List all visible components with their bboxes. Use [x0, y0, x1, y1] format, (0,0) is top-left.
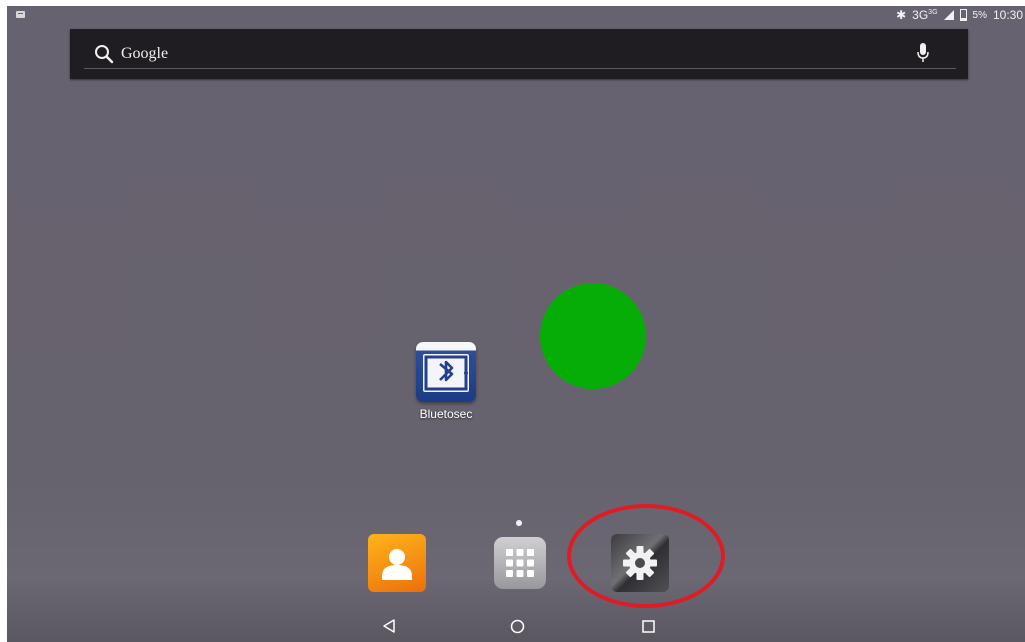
green-circle: [540, 283, 646, 389]
app-bluetosec[interactable]: Bluetosec: [411, 342, 481, 421]
notification-icon: [16, 11, 25, 18]
status-bar: ✱ 3G3G 5% 10:30: [7, 6, 1025, 26]
clock: 10:30: [992, 8, 1023, 22]
app-drawer-icon[interactable]: [494, 537, 546, 589]
search-underline: [84, 68, 956, 69]
bluetooth-icon: ✱: [896, 8, 907, 22]
home-screen: ✱ 3G3G 5% 10:30 Google Bluetosec: [7, 6, 1025, 642]
recents-icon[interactable]: [642, 620, 655, 633]
app-label: Bluetosec: [419, 407, 473, 421]
network-sup: 3G: [928, 9, 938, 16]
google-search-bar[interactable]: Google: [70, 29, 968, 79]
bluetooth-app-icon: [416, 342, 476, 402]
home-icon[interactable]: [510, 619, 525, 634]
contacts-icon[interactable]: [368, 534, 426, 592]
status-indicators: ✱ 3G3G 5% 10:30: [896, 8, 1023, 22]
highlight-ring: [567, 504, 725, 608]
battery-icon: [959, 9, 967, 21]
search-icon: [95, 45, 114, 64]
signal-icon: [943, 10, 954, 20]
battery-level: 5%: [972, 9, 987, 21]
mic-icon[interactable]: [916, 42, 930, 64]
page-indicator: [516, 520, 522, 526]
network-type: 3G3G: [912, 8, 938, 22]
search-label: Google: [121, 45, 169, 62]
back-icon[interactable]: [382, 619, 396, 633]
navigation-bar: [7, 612, 1025, 642]
